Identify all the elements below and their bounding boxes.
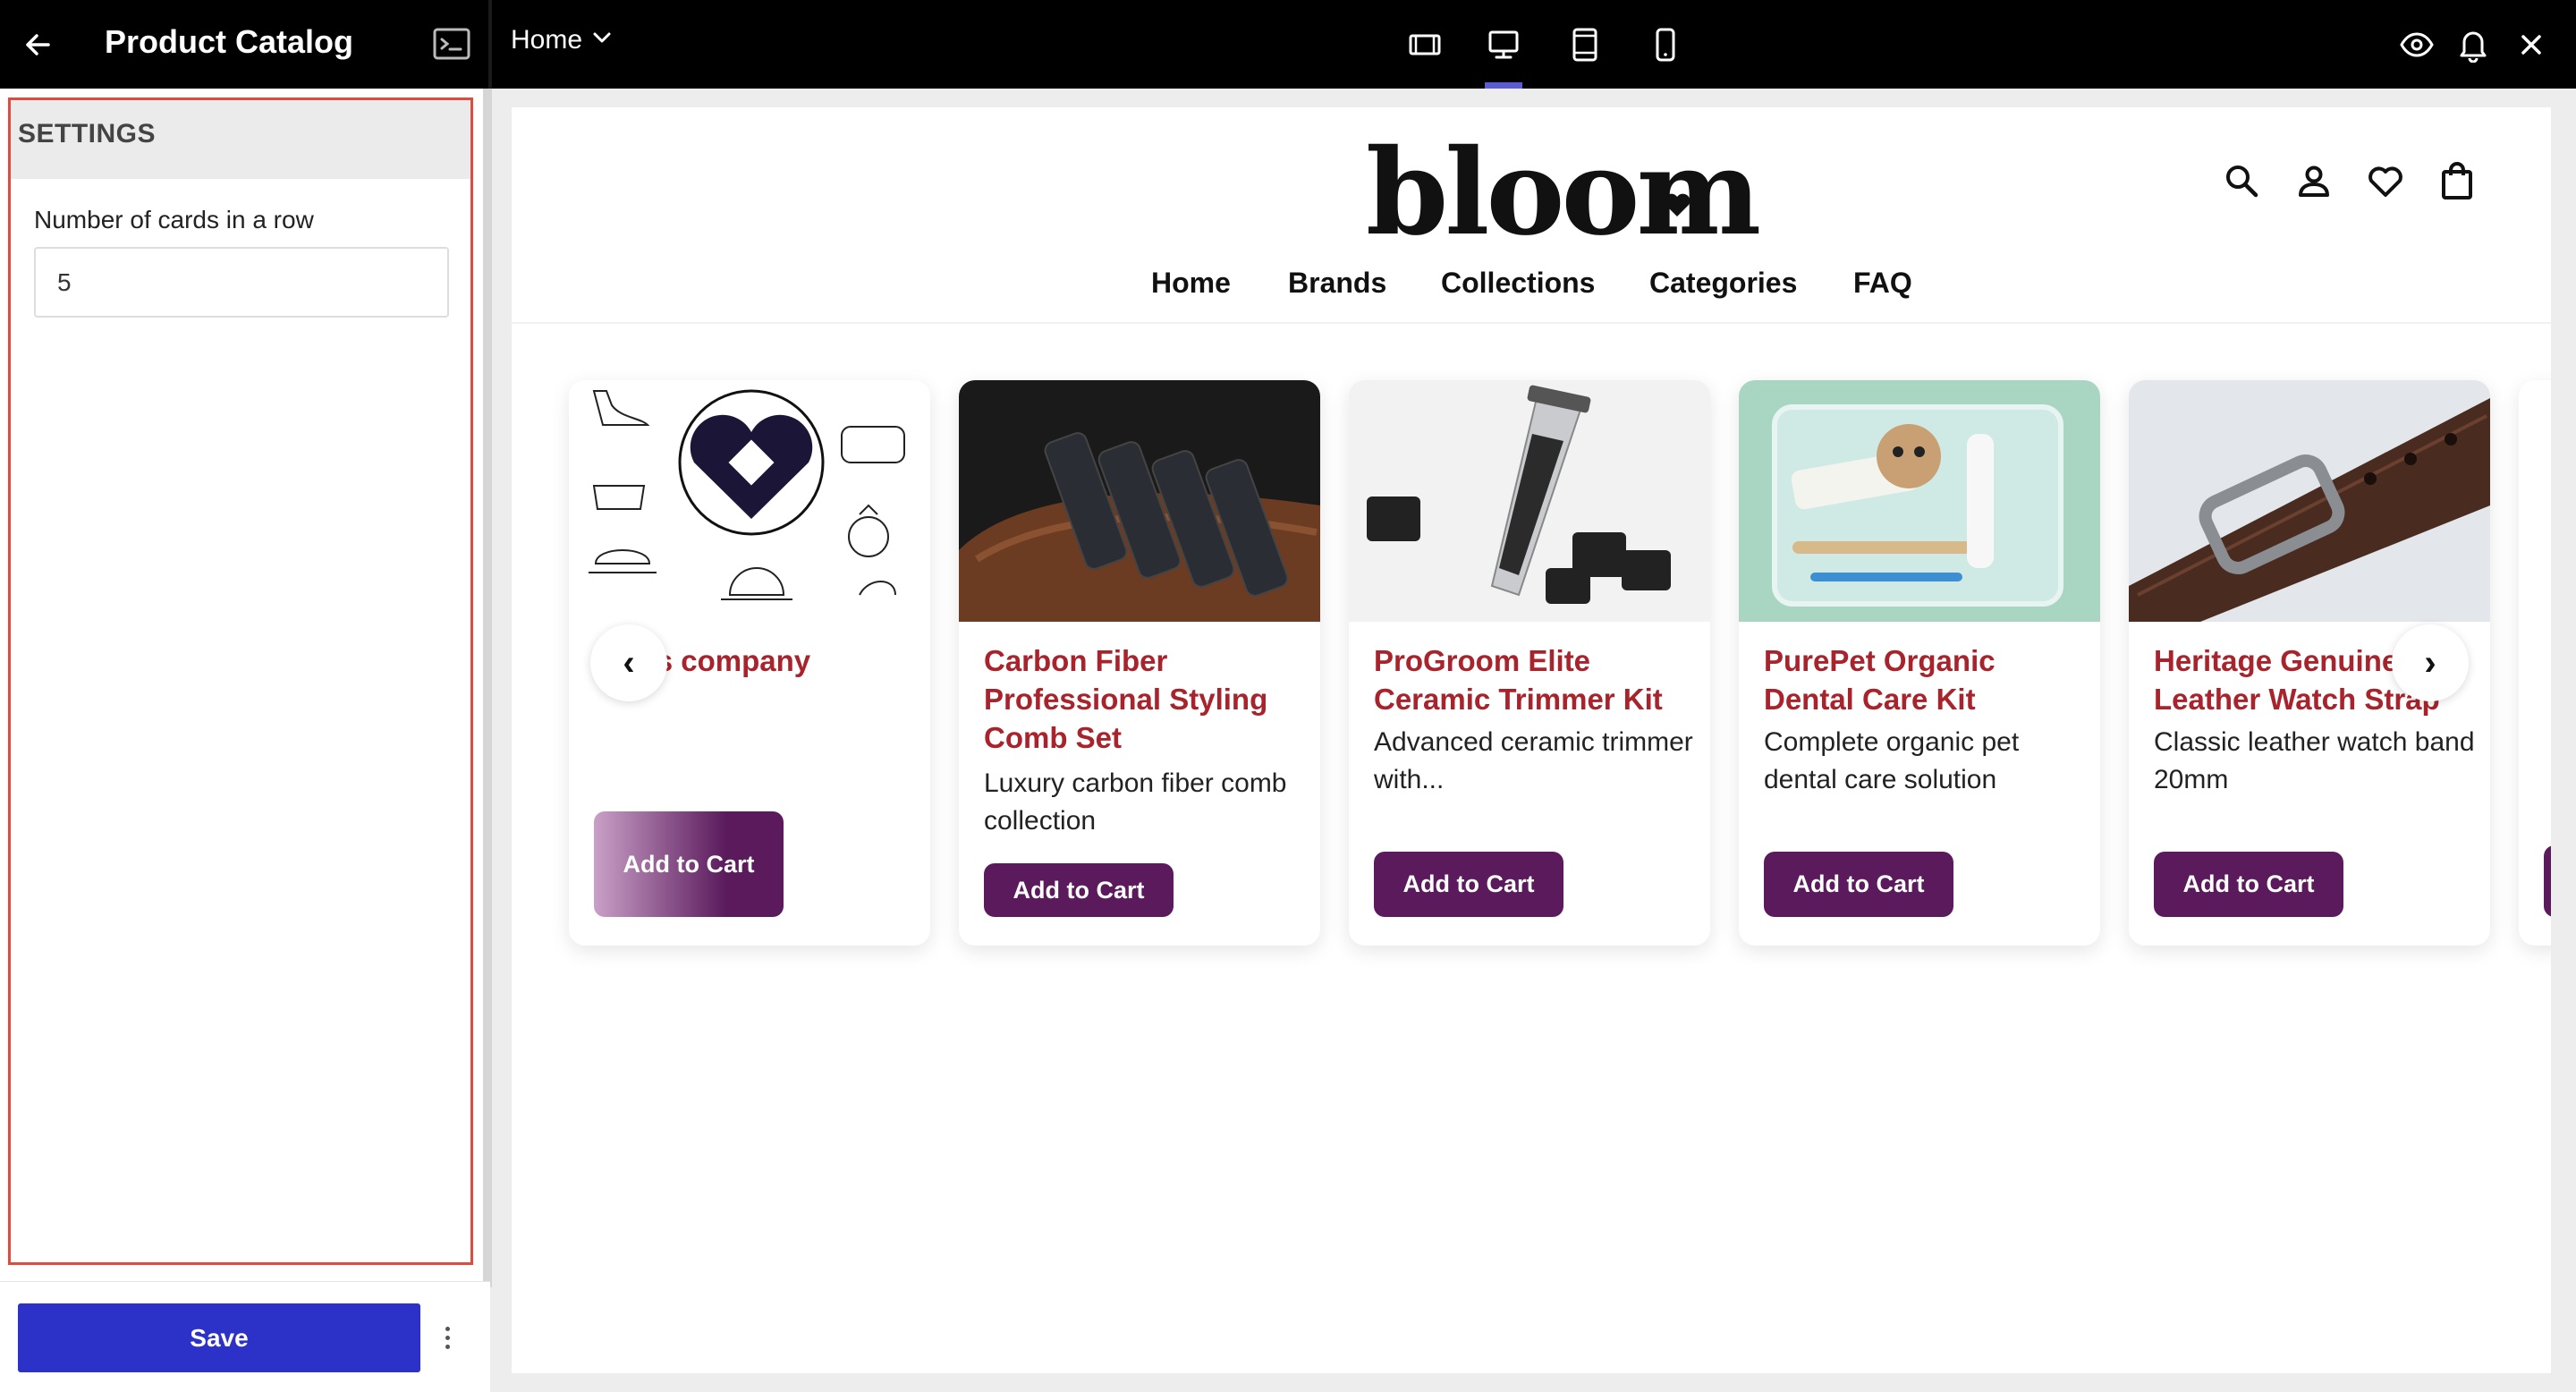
tablet-view-icon[interactable]: [1563, 23, 1606, 66]
panel-scrollbar[interactable]: [483, 89, 492, 1287]
fullwidth-view-icon[interactable]: [1403, 23, 1446, 66]
store-preview: bloom Home Brands Collections Categories…: [512, 107, 2551, 1373]
nav-collections[interactable]: Collections: [1441, 267, 1595, 300]
product-image: [1349, 380, 1710, 622]
product-title[interactable]: ProGroom Elite Ceramic Trimmer Kit: [1374, 641, 1696, 718]
product-card[interactable]: Carbon Fiber Professional Styling Comb S…: [959, 380, 1320, 946]
page-selector[interactable]: Home: [511, 25, 613, 55]
product-title[interactable]: PurePet Organic Dental Care Kit: [1764, 641, 2086, 718]
cart-icon[interactable]: [2436, 159, 2479, 202]
save-button[interactable]: Save: [18, 1303, 420, 1372]
account-icon[interactable]: [2292, 159, 2335, 202]
logo-heart-icon: [1662, 191, 1692, 223]
desktop-view-icon[interactable]: [1482, 23, 1525, 66]
carousel-prev-arrow[interactable]: ‹: [590, 624, 667, 701]
page-selector-label: Home: [511, 25, 583, 55]
product-title[interactable]: Carbon Fiber Professional Styling Comb S…: [984, 641, 1306, 757]
bell-icon[interactable]: [2453, 25, 2493, 64]
product-card[interactable]: ProGroom Elite Ceramic Trimmer Kit Advan…: [1349, 380, 1710, 946]
add-to-cart-button[interactable]: Add to Cart: [2154, 852, 2343, 917]
preview-scrollbar[interactable]: [2556, 107, 2576, 1373]
add-to-cart-button[interactable]: Add to Cart: [984, 863, 1174, 917]
product-image: [1739, 380, 2100, 622]
close-icon[interactable]: [2512, 25, 2551, 64]
nav-categories[interactable]: Categories: [1649, 267, 1797, 300]
nav-faq[interactable]: FAQ: [1853, 267, 1912, 300]
add-to-cart-button[interactable]: Add to Cart: [594, 811, 784, 917]
mobile-view-icon[interactable]: [1644, 23, 1687, 66]
toolbar-divider: [488, 0, 492, 89]
add-to-cart-button[interactable]: Add to Cart: [1764, 852, 1953, 917]
active-device-indicator: [1485, 82, 1522, 89]
carousel-next-arrow[interactable]: ›: [2392, 624, 2469, 701]
preview-eye-icon[interactable]: [2397, 25, 2436, 64]
store-logo-text: bloom: [1366, 123, 1761, 262]
app-title: Product Catalog: [105, 23, 354, 60]
product-description: Complete organic pet dental care solutio…: [1764, 727, 2020, 794]
wishlist-icon[interactable]: [2364, 159, 2407, 202]
nav-brands[interactable]: Brands: [1288, 267, 1386, 300]
more-options-icon[interactable]: [434, 1320, 461, 1355]
add-to-cart-button[interactable]: [2544, 845, 2551, 917]
product-image: [959, 380, 1320, 622]
product-description: Luxury carbon fiber comb collection: [984, 768, 1287, 836]
store-header-divider: [512, 322, 2551, 324]
product-description: Advanced ceramic trimmer with...: [1374, 727, 1693, 794]
product-image: [569, 380, 930, 622]
product-description: Classic leather watch band 20mm: [2154, 727, 2475, 794]
settings-selection-outline: [8, 98, 473, 1265]
store-logo[interactable]: bloom: [1366, 123, 1761, 262]
product-card[interactable]: [2519, 380, 2551, 946]
back-arrow-icon[interactable]: [20, 27, 55, 63]
product-image: [2129, 380, 2490, 622]
chevron-down-icon: [591, 25, 613, 55]
terminal-icon[interactable]: [433, 28, 470, 60]
product-card[interactable]: PurePet Organic Dental Care Kit Complete…: [1739, 380, 2100, 946]
top-toolbar: Product Catalog Home: [0, 0, 2576, 89]
search-icon[interactable]: [2220, 159, 2263, 202]
add-to-cart-button[interactable]: Add to Cart: [1374, 852, 1563, 917]
nav-home[interactable]: Home: [1151, 267, 1231, 300]
